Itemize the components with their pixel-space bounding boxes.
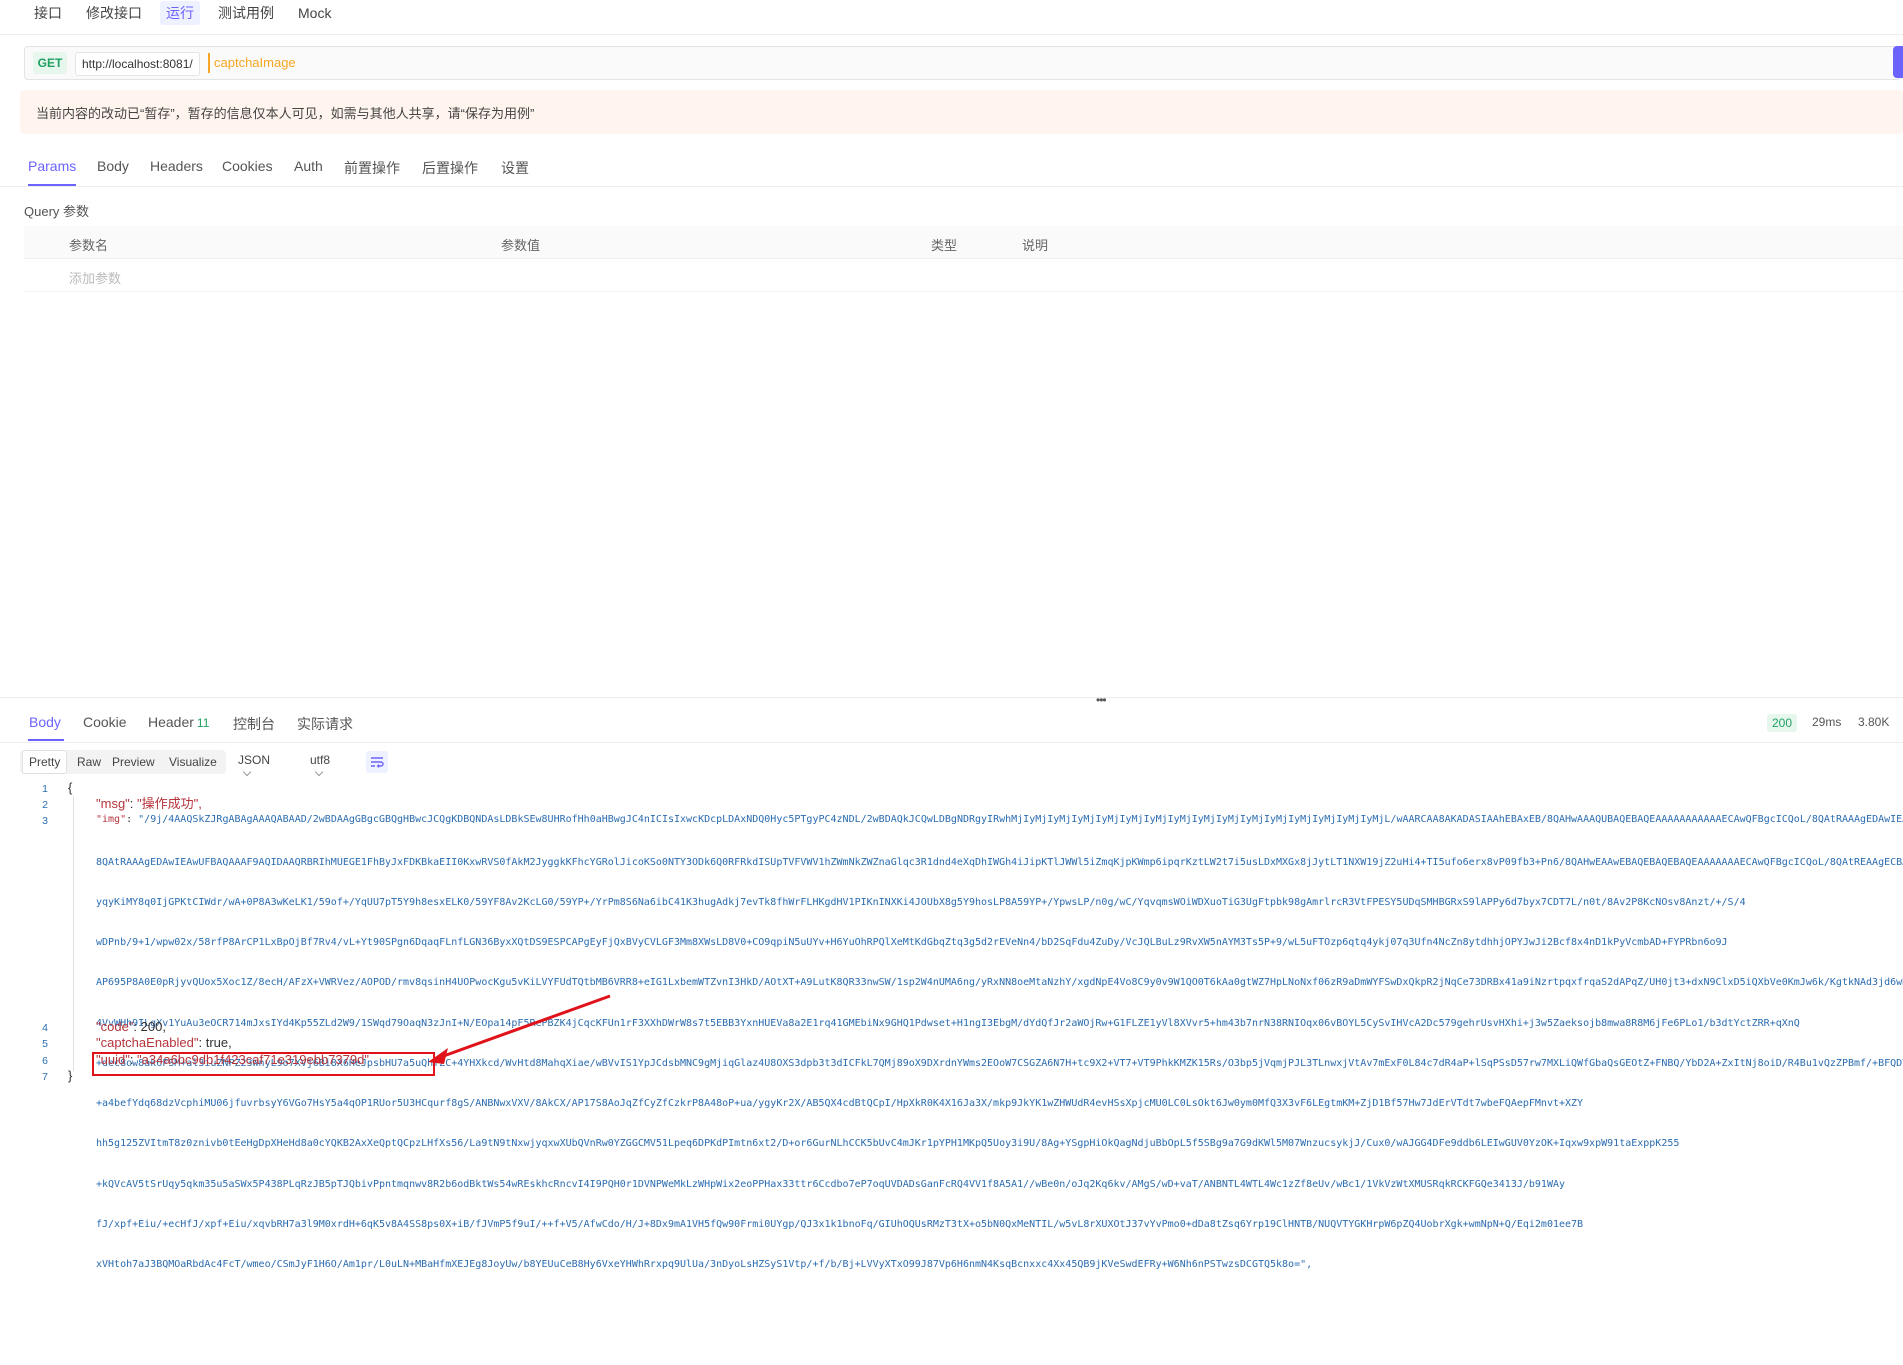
url-bar: GET http://localhost:8081/ captchaImage [24,46,1901,80]
code-line: "code": 200, [96,1019,166,1034]
blob-line: 8QAtRAAAgEDAwIEAwUFBAQAAAF9AQIDAAQRBRIhM… [96,856,1903,868]
tab-response-cookie[interactable]: Cookie [83,714,127,730]
tab-settings[interactable]: 设置 [501,158,529,178]
method-select[interactable]: GET [33,52,67,74]
code-line: "img": "/9j/4AAQSkZJRgABAgAAAQABAAD/2wBD… [96,813,1903,827]
blob-line: hh5g125ZVItmT8z0znivb0tEeHgDpXHeHd8a0cYQ… [96,1138,1680,1150]
tab-edit-interface[interactable]: 修改接口 [86,0,142,26]
code-line: "msg": "操作成功", [96,796,202,811]
line-number: 2 [42,799,48,811]
indent-guide [73,796,74,1071]
blob-line: +kQVcAV5tSrUqy5qkm35u5aSWx5P438PLqRzJB5p… [96,1178,1566,1190]
col-description: 说明 [1022,238,1049,253]
blob-line: +a4befYdq68dzVcphiMU06jfuvrbsyY6VGo7HsY5… [96,1098,1584,1110]
col-param-name: 参数名 [69,238,109,253]
response-tab-bar: Body Cookie Header 11 控制台 实际请求 200 29ms 3… [0,706,1903,743]
line-number: 5 [42,1038,48,1050]
wrap-icon [371,757,384,768]
blob-line: fJ/xpf+Eiu/+ecHfJ/xpf+Eiu/xqvbRH7a3l9M0x… [96,1218,1584,1230]
tab-auth[interactable]: Auth [294,158,323,174]
json-key: "img" [96,814,127,825]
json-number: 200, [140,1019,166,1034]
add-param-row[interactable]: 添加参数 [24,259,1903,292]
json-boolean: true, [205,1035,232,1050]
line-number: 4 [42,1022,48,1034]
tab-run[interactable]: 运行 [160,1,200,25]
chevron-down-icon [314,767,324,777]
drag-handle-icon[interactable]: ••• [1096,693,1107,707]
blob-line: wDPnb/9+1/wpw02x/58rfP8ArCP1LxBpOjBf7Rv4… [96,937,1728,949]
status-badge: 200 [1767,714,1798,732]
chevron-down-icon [242,767,252,777]
add-param-placeholder[interactable]: 添加参数 [69,268,121,287]
json-string: "操作成功", [137,796,202,811]
line-number: 3 [42,815,48,827]
encoding-select[interactable]: utf8 [310,753,330,781]
json-key: "msg" [96,796,130,811]
encoding-value: utf8 [310,753,331,767]
tab-pre-request[interactable]: 前置操作 [344,158,400,178]
top-tab-bar: 接口 修改接口 运行 测试用例 Mock [0,0,1903,35]
tab-cookies[interactable]: Cookies [222,158,273,174]
tab-test-cases[interactable]: 测试用例 [218,0,274,26]
response-time: 29ms [1812,715,1842,729]
blob-line: AP695P8A0E0pRjyvQUox5Xoc1Z/8ecH/AFzX+VWR… [96,977,1903,989]
line-number: 6 [42,1055,48,1067]
path-input[interactable]: captchaImage [208,53,296,73]
line-number: 1 [42,783,48,795]
tab-response-body[interactable]: Body [29,714,61,730]
json-string-img: "/9j/4AAQSkZJRgABAgAAAQABAAD/2wBDAAgGBgc… [138,814,1903,825]
annotation-arrow-icon [428,994,611,1064]
json-key: "captchaEnabled" [96,1035,199,1050]
tab-headers[interactable]: Headers [150,158,203,174]
format-value: JSON [238,753,271,767]
blob-line: 4VvWHh9ILgXv1YuAu3eOCR714mJxsIYd4Kp55ZLd… [96,1017,1800,1029]
header-tab-label: Header [148,714,194,730]
col-type: 类型 [931,238,958,253]
word-wrap-button[interactable] [366,751,388,773]
active-tab-indicator [28,184,76,186]
view-mode-group: Pretty Raw Preview Visualize [20,750,226,774]
view-visualize[interactable]: Visualize [163,751,223,773]
uuid-highlight-box [92,1052,435,1076]
draft-notice-text: 当前内容的改动已“暂存”，暂存的信息仅本人可见，如需与其他人共享，请“保存为用例… [36,106,535,121]
response-size: 3.80K [1858,715,1890,729]
tab-console[interactable]: 控制台 [233,714,275,734]
view-raw[interactable]: Raw [71,751,107,773]
line-number: 7 [42,1071,48,1083]
params-table-header: 参数名 参数值 类型 说明 [24,226,1903,259]
blob-line: xVHtoh7aJ3BQMOaRbdAc4FcT/wmeo/CSmJyF1H6O… [96,1259,1313,1270]
format-select[interactable]: JSON [238,753,270,781]
base-url-chip[interactable]: http://localhost:8081/ [75,52,200,76]
send-button[interactable] [1893,46,1903,78]
json-key: "code" [96,1019,134,1034]
tab-interface[interactable]: 接口 [34,0,62,26]
view-pretty[interactable]: Pretty [22,750,68,774]
view-preview[interactable]: Preview [106,751,161,773]
active-response-tab-indicator [28,739,64,741]
header-count-badge: 11 [196,716,210,730]
code-line: "captchaEnabled": true, [96,1035,232,1050]
tab-body[interactable]: Body [97,158,129,174]
blob-line: yqyKiMY8q0IjGPKtCIWdr/wA+0P8A3wKeLK1/59o… [96,897,1746,909]
tab-response-header[interactable]: Header 11 [148,714,209,730]
col-param-value: 参数值 [501,238,541,253]
code-line: { [68,780,73,795]
tab-mock[interactable]: Mock [298,0,331,26]
panel-splitter[interactable] [0,697,1903,704]
request-tab-bar: Params Body Headers Cookies Auth 前置操作 后置… [0,150,1903,187]
code-line: } [68,1068,73,1083]
query-params-title: Query 参数 [24,204,90,219]
draft-notice: 当前内容的改动已“暂存”，暂存的信息仅本人可见，如需与其他人共享，请“保存为用例… [20,90,1903,134]
img-base64-blob: 8QAtRAAAgEDAwIEAwUFBAQAAAF9AQIDAAQRBRIhM… [96,829,1903,1365]
tab-post-request[interactable]: 后置操作 [422,158,478,178]
tab-params[interactable]: Params [28,158,76,174]
tab-actual-request[interactable]: 实际请求 [297,714,353,734]
